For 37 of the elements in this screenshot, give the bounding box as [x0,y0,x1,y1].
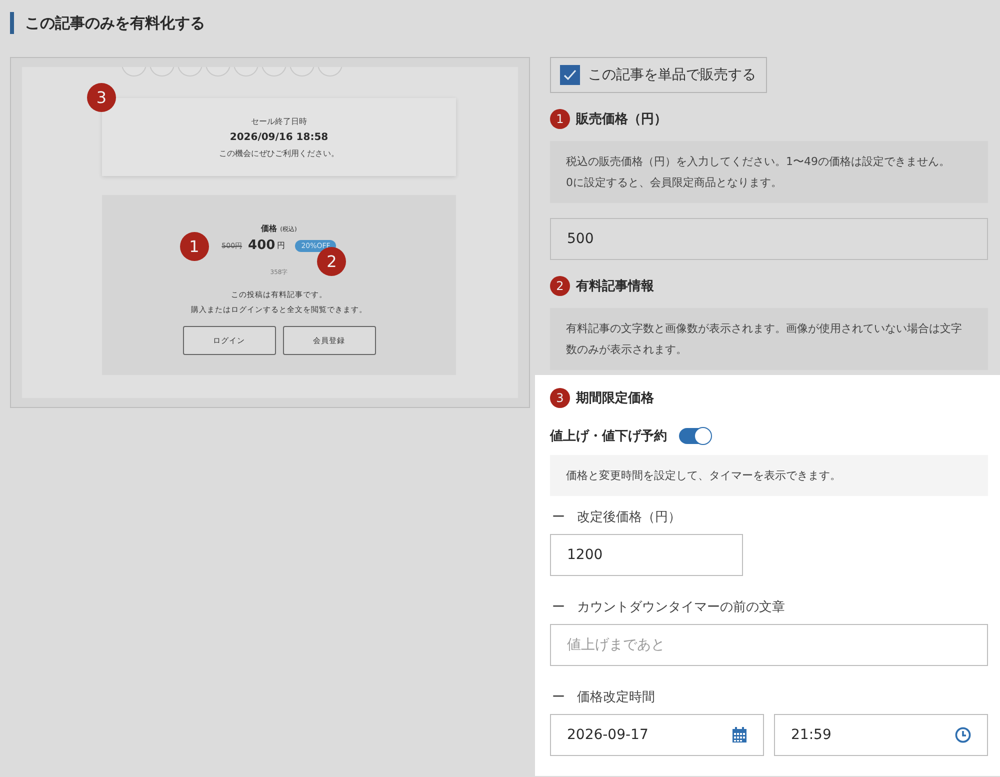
price-input[interactable]: 1200 [550,534,743,576]
toggle-label: 値上げ・値下げ予約 [550,428,667,445]
number-badge: 2 [317,247,346,276]
page-title: この記事のみを有料化する [10,12,205,34]
clock-icon [955,727,971,743]
section-heading: 有料記事情報 [576,278,654,295]
currency-label: 円 [277,240,286,251]
sale-end-date: 2026/09/16 18:58 [230,132,328,142]
number-badge: 1 [180,232,209,261]
price-label: 価格 [261,223,278,234]
section-heading: 期間限定価格 [576,390,654,407]
checkbox[interactable] [560,65,580,85]
number-badge: 1 [550,109,570,129]
help-text: 価格と変更時間を設定して、タイマーを表示できます。 [566,468,842,484]
calendar-icon [732,727,747,743]
help-text: 0に設定すると、会員限定商品となります。 [566,175,783,191]
date-input[interactable]: 2026-09-17 [550,714,764,756]
help-text: 税込の販売価格（円）を入力してください。1〜49の価格は設定できません。 [566,154,951,170]
dash-mark: ー [552,599,565,616]
time-input[interactable]: 21:59 [774,714,988,756]
sale-note: この機会にぜひご利用ください。 [219,148,339,158]
sale-price: 400 [248,238,276,253]
price-input[interactable]: 500 [550,218,988,260]
toggle-switch[interactable] [679,428,711,444]
dash-mark: ー [552,689,565,706]
number-badge: 2 [550,276,570,296]
dash-mark: ー [552,509,565,526]
sale-label: セール終了日時 [251,116,307,126]
check-icon [563,69,577,81]
number-badge: 3 [550,388,570,408]
help-text: 有料記事の文字数と画像数が表示されます。画像が使用されていない場合は文字数のみが表示されます。 [566,321,963,358]
field-label: 価格改定時間 [577,689,655,706]
sell-option[interactable]: この記事を単品で販売する [550,57,767,93]
field-label: カウントダウンタイマーの前の文章 [577,599,785,616]
field-label: 改定後価格（円） [577,509,681,526]
section-heading: 販売価格（円） [576,111,667,128]
number-badge: 3 [87,83,116,112]
